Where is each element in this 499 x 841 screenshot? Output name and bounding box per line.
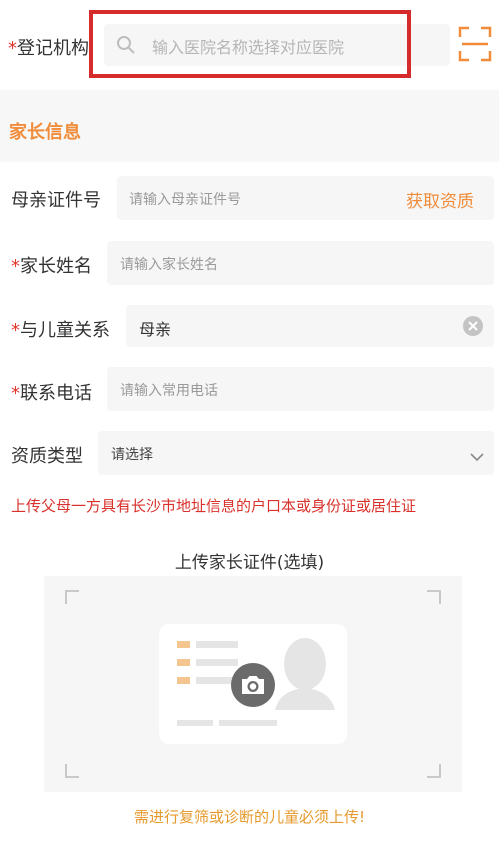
section-title: 家长信息 [9, 122, 81, 143]
get-qualification-label: 获取资质 [406, 192, 474, 212]
phone-input[interactable]: 请输入常用电话 [107, 367, 494, 411]
qualification-value: 请选择 [111, 447, 153, 463]
parent-name-row: *家长姓名 请输入家长姓名 [0, 230, 499, 296]
relation-label: *与儿童关系 [11, 316, 110, 342]
required-mark: * [8, 38, 17, 59]
registration-label: *登记机构 [8, 34, 89, 60]
relation-row: *与儿童关系 母亲 [0, 296, 499, 358]
get-qualification-button[interactable]: 获取资质 [390, 176, 494, 220]
upload-title: 上传家长证件(选填) [174, 553, 325, 573]
relation-value: 母亲 [139, 320, 172, 339]
mother-id-input[interactable]: 请输入母亲证件号 [117, 176, 390, 220]
upload-notice: 上传父母一方具有长沙市地址信息的户口本或身份证或居住证 [11, 497, 417, 515]
required-mark: * [11, 256, 20, 277]
phone-placeholder: 请输入常用电话 [120, 383, 218, 399]
mother-id-row: 母亲证件号 请输入母亲证件号 获取资质 [0, 162, 499, 230]
registration-row: *登记机构 输入医院名称选择对应医院 [0, 0, 499, 90]
qualification-select[interactable]: 请选择 [98, 431, 494, 475]
parent-name-input[interactable]: 请输入家长姓名 [107, 241, 494, 285]
relation-label-text: 与儿童关系 [20, 320, 110, 341]
chevron-down-icon [470, 447, 484, 466]
highlight-box [89, 10, 411, 78]
parent-name-label-text: 家长姓名 [20, 256, 92, 277]
qualification-label: 资质类型 [11, 446, 83, 467]
section-header: 家长信息 [0, 90, 499, 162]
clear-icon[interactable] [462, 315, 484, 341]
qualification-row: 资质类型 请选择 [0, 422, 499, 486]
relation-input[interactable]: 母亲 [126, 305, 494, 347]
required-mark: * [11, 320, 20, 341]
phone-label: *联系电话 [11, 379, 92, 405]
mother-id-placeholder: 请输入母亲证件号 [129, 192, 241, 208]
scan-icon[interactable] [458, 26, 492, 66]
mother-id-label: 母亲证件号 [11, 190, 101, 211]
required-mark: * [11, 383, 20, 404]
parent-name-label: *家长姓名 [11, 252, 92, 278]
upload-footer: 需进行复筛或诊断的儿童必须上传! [133, 808, 365, 826]
upload-area[interactable] [44, 576, 462, 792]
parent-name-placeholder: 请输入家长姓名 [120, 257, 218, 273]
phone-label-text: 联系电话 [20, 383, 92, 404]
phone-row: *联系电话 请输入常用电话 [0, 358, 499, 422]
registration-label-text: 登记机构 [17, 38, 89, 59]
camera-icon[interactable] [231, 663, 275, 711]
